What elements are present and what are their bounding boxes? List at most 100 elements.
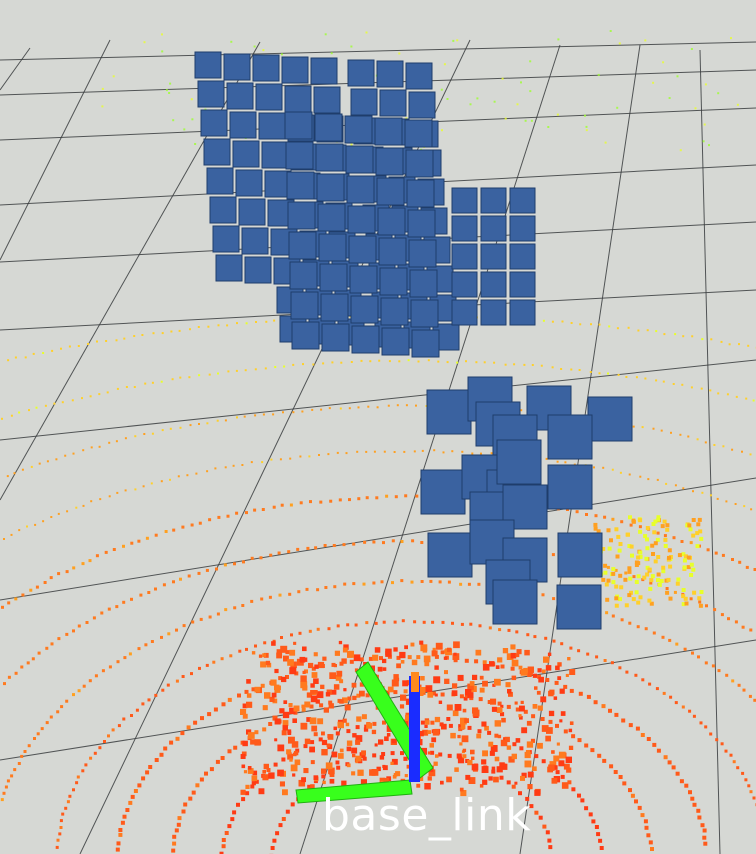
- point: [465, 360, 467, 363]
- point: [0, 798, 4, 802]
- point: [169, 740, 174, 745]
- point: [534, 789, 541, 796]
- point: [440, 650, 445, 655]
- point: [322, 780, 326, 785]
- point: [227, 697, 232, 702]
- point: [241, 764, 246, 769]
- point: [329, 499, 333, 503]
- point: [338, 753, 344, 759]
- point: [87, 343, 90, 345]
- point: [749, 790, 753, 794]
- point: [327, 453, 330, 456]
- point: [323, 707, 329, 713]
- point: [181, 675, 185, 678]
- marker-cube: [509, 243, 536, 270]
- point: [548, 710, 555, 717]
- point: [374, 743, 378, 747]
- point: [435, 754, 439, 758]
- point: [496, 766, 503, 773]
- point: [584, 743, 589, 748]
- point: [462, 708, 467, 713]
- point: [537, 668, 542, 673]
- point: [137, 647, 141, 651]
- point: [491, 706, 497, 712]
- marker-cube: [480, 271, 507, 298]
- point: [506, 745, 512, 750]
- point: [145, 770, 150, 775]
- marker-cube: [197, 80, 225, 108]
- point: [598, 372, 601, 375]
- point: [268, 772, 275, 779]
- point: [743, 505, 746, 508]
- 3d-viewport[interactable]: base_link: [0, 0, 756, 854]
- point: [262, 653, 266, 658]
- point: [577, 738, 582, 743]
- marker-cube: [287, 201, 316, 230]
- point: [13, 472, 16, 475]
- point: [491, 766, 496, 771]
- point: [245, 791, 250, 796]
- marker-cube: [310, 57, 338, 85]
- point: [461, 735, 469, 743]
- point: [282, 720, 289, 726]
- marker-cube: [480, 243, 507, 270]
- point: [481, 721, 487, 727]
- point: [346, 740, 353, 746]
- point: [447, 647, 452, 652]
- point: [647, 598, 652, 603]
- point: [111, 728, 115, 732]
- point: [323, 544, 327, 547]
- point: [112, 75, 115, 78]
- point: [55, 845, 59, 849]
- point: [614, 527, 619, 532]
- point: [471, 763, 479, 771]
- marker-cube: [451, 271, 478, 298]
- point: [515, 630, 519, 634]
- point: [68, 794, 72, 798]
- point: [565, 756, 572, 763]
- point: [333, 585, 337, 589]
- point: [49, 576, 53, 580]
- grid-line: [0, 39, 111, 261]
- point: [394, 495, 398, 499]
- point: [179, 426, 182, 429]
- point: [476, 97, 479, 100]
- point: [356, 716, 362, 722]
- point: [663, 333, 666, 336]
- point: [94, 674, 98, 678]
- point: [504, 363, 507, 366]
- point: [444, 670, 448, 675]
- 3d-scene[interactable]: [0, 0, 756, 854]
- point: [529, 90, 532, 93]
- point: [598, 838, 603, 843]
- point: [683, 596, 688, 601]
- marker-cube: [509, 271, 536, 298]
- point: [642, 575, 647, 580]
- marker-cluster-far: [194, 51, 536, 358]
- point: [505, 682, 511, 688]
- point: [31, 657, 35, 661]
- point: [570, 322, 573, 324]
- point: [271, 641, 276, 646]
- point: [523, 363, 526, 366]
- marker-cube: [215, 254, 243, 282]
- point: [717, 669, 721, 673]
- point: [56, 710, 60, 714]
- point: [169, 478, 171, 481]
- point: [690, 796, 695, 801]
- point: [684, 601, 689, 606]
- point: [103, 740, 106, 743]
- point: [752, 399, 755, 402]
- point: [603, 563, 608, 568]
- point: [227, 749, 232, 754]
- point: [440, 780, 444, 785]
- point: [662, 691, 666, 695]
- point: [301, 410, 304, 413]
- point: [623, 577, 628, 582]
- point: [195, 783, 200, 788]
- point: [346, 623, 350, 627]
- point: [40, 727, 44, 731]
- point: [194, 143, 197, 145]
- point: [704, 83, 707, 86]
- point: [108, 495, 111, 498]
